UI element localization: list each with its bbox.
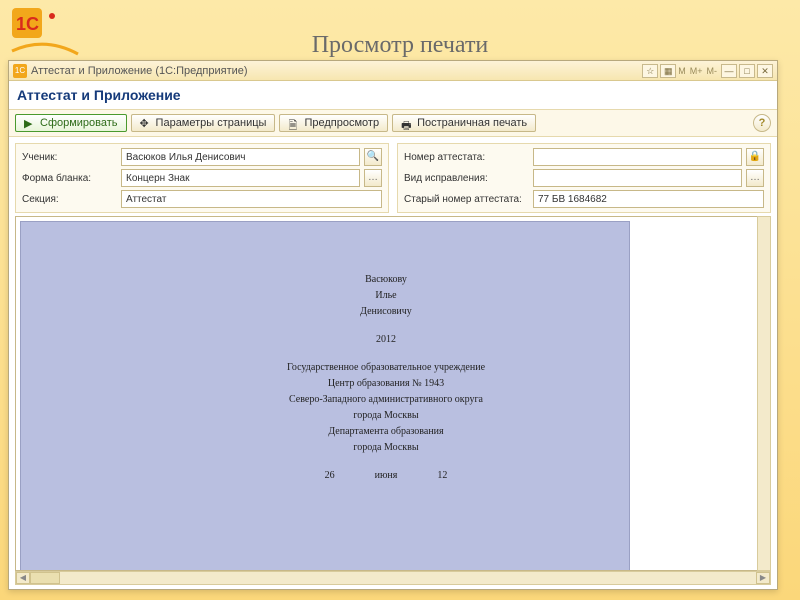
generate-button[interactable]: ▶ Сформировать	[15, 114, 127, 132]
correction-type-input[interactable]	[533, 169, 742, 187]
form-title: Аттестат и Приложение	[9, 81, 777, 109]
titlebar-text: Аттестат и Приложение (1С:Предприятие)	[31, 65, 248, 77]
titlebar-minimize-button[interactable]: —	[721, 64, 737, 78]
titlebar-grid-button[interactable]: ▦	[660, 64, 676, 78]
doc-surname: Васюкову	[251, 272, 521, 288]
attestat-number-label: Номер аттестата:	[404, 152, 529, 163]
play-icon: ▶	[24, 117, 36, 129]
doc-line6: города Москвы	[251, 440, 521, 456]
doc-name: Илье	[251, 288, 521, 304]
doc-day: 26	[325, 468, 335, 484]
preview-page: Васюкову Илье Денисовичу 2012 Государств…	[20, 221, 630, 571]
doc-line1: Государственное образовательное учрежден…	[251, 360, 521, 376]
doc-month: июня	[375, 468, 398, 484]
scrollbar-horizontal[interactable]: ◀ ▶	[15, 571, 771, 585]
old-number-label: Старый номер аттестата:	[404, 194, 529, 205]
doc-line4: города Москвы	[251, 408, 521, 424]
printer-icon: 🖶	[401, 117, 413, 129]
student-select-button[interactable]: 🔍	[364, 148, 382, 166]
titlebar-mminus-button[interactable]: M-	[705, 66, 720, 76]
titlebar-star-button[interactable]: ☆	[642, 64, 658, 78]
titlebar-maximize-button[interactable]: □	[739, 64, 755, 78]
form-label: Форма бланка:	[22, 173, 117, 184]
fields-left: Ученик: 🔍 Форма бланка: … Секция:	[15, 143, 389, 213]
titlebar: 1С Аттестат и Приложение (1С:Предприятие…	[9, 61, 777, 81]
scroll-thumb[interactable]	[30, 572, 60, 584]
page-params-button[interactable]: ✥ Параметры страницы	[131, 114, 276, 132]
student-input[interactable]	[121, 148, 360, 166]
page-title: Просмотр печати	[0, 32, 800, 59]
doc-year-short: 12	[437, 468, 447, 484]
fields-right: Номер аттестата: 🔒 Вид исправления: … Ст…	[397, 143, 771, 213]
app-window: 1С Аттестат и Приложение (1С:Предприятие…	[8, 60, 778, 590]
titlebar-m-button[interactable]: M	[676, 66, 688, 76]
toolbar: ▶ Сформировать ✥ Параметры страницы 🗎 Пр…	[9, 109, 777, 137]
scroll-left-button[interactable]: ◀	[16, 572, 30, 584]
paged-print-label: Постраничная печать	[417, 117, 527, 129]
doc-line5: Департамента образования	[251, 424, 521, 440]
-left-patronymic: Денисовичу	[251, 304, 521, 320]
doc-icon: 🗎	[288, 117, 300, 129]
titlebar-close-button[interactable]: ✕	[757, 64, 773, 78]
section-label: Секция:	[22, 194, 117, 205]
doc-year: 2012	[251, 332, 521, 348]
doc-line2: Центр образования № 1943	[251, 376, 521, 392]
correction-type-label: Вид исправления:	[404, 173, 529, 184]
print-preview-area: Васюкову Илье Денисовичу 2012 Государств…	[15, 216, 771, 571]
generate-label: Сформировать	[40, 117, 118, 129]
scrollbar-vertical[interactable]	[757, 216, 771, 571]
scroll-right-button[interactable]: ▶	[756, 572, 770, 584]
form-select-button[interactable]: …	[364, 169, 382, 187]
svg-text:1С: 1С	[16, 14, 39, 34]
preview-button[interactable]: 🗎 Предпросмотр	[279, 114, 388, 132]
form-input[interactable]	[121, 169, 360, 187]
student-label: Ученик:	[22, 152, 117, 163]
help-button[interactable]: ?	[753, 114, 771, 132]
section-input[interactable]	[121, 190, 382, 208]
doc-line3: Северо-Западного административного округ…	[251, 392, 521, 408]
preview-label: Предпросмотр	[304, 117, 379, 129]
correction-select-button[interactable]: …	[746, 169, 764, 187]
attestat-number-input[interactable]	[533, 148, 742, 166]
titlebar-mplus-button[interactable]: M+	[688, 66, 705, 76]
attestat-lock-button[interactable]: 🔒	[746, 148, 764, 166]
app-icon: 1С	[13, 64, 27, 78]
paged-print-button[interactable]: 🖶 Постраничная печать	[392, 114, 536, 132]
arrows-icon: ✥	[140, 117, 152, 129]
fields-panel: Ученик: 🔍 Форма бланка: … Секция: Номер …	[9, 137, 777, 219]
document-text: Васюкову Илье Денисовичу 2012 Государств…	[251, 272, 521, 484]
old-number-input[interactable]	[533, 190, 764, 208]
page-params-label: Параметры страницы	[156, 117, 267, 129]
